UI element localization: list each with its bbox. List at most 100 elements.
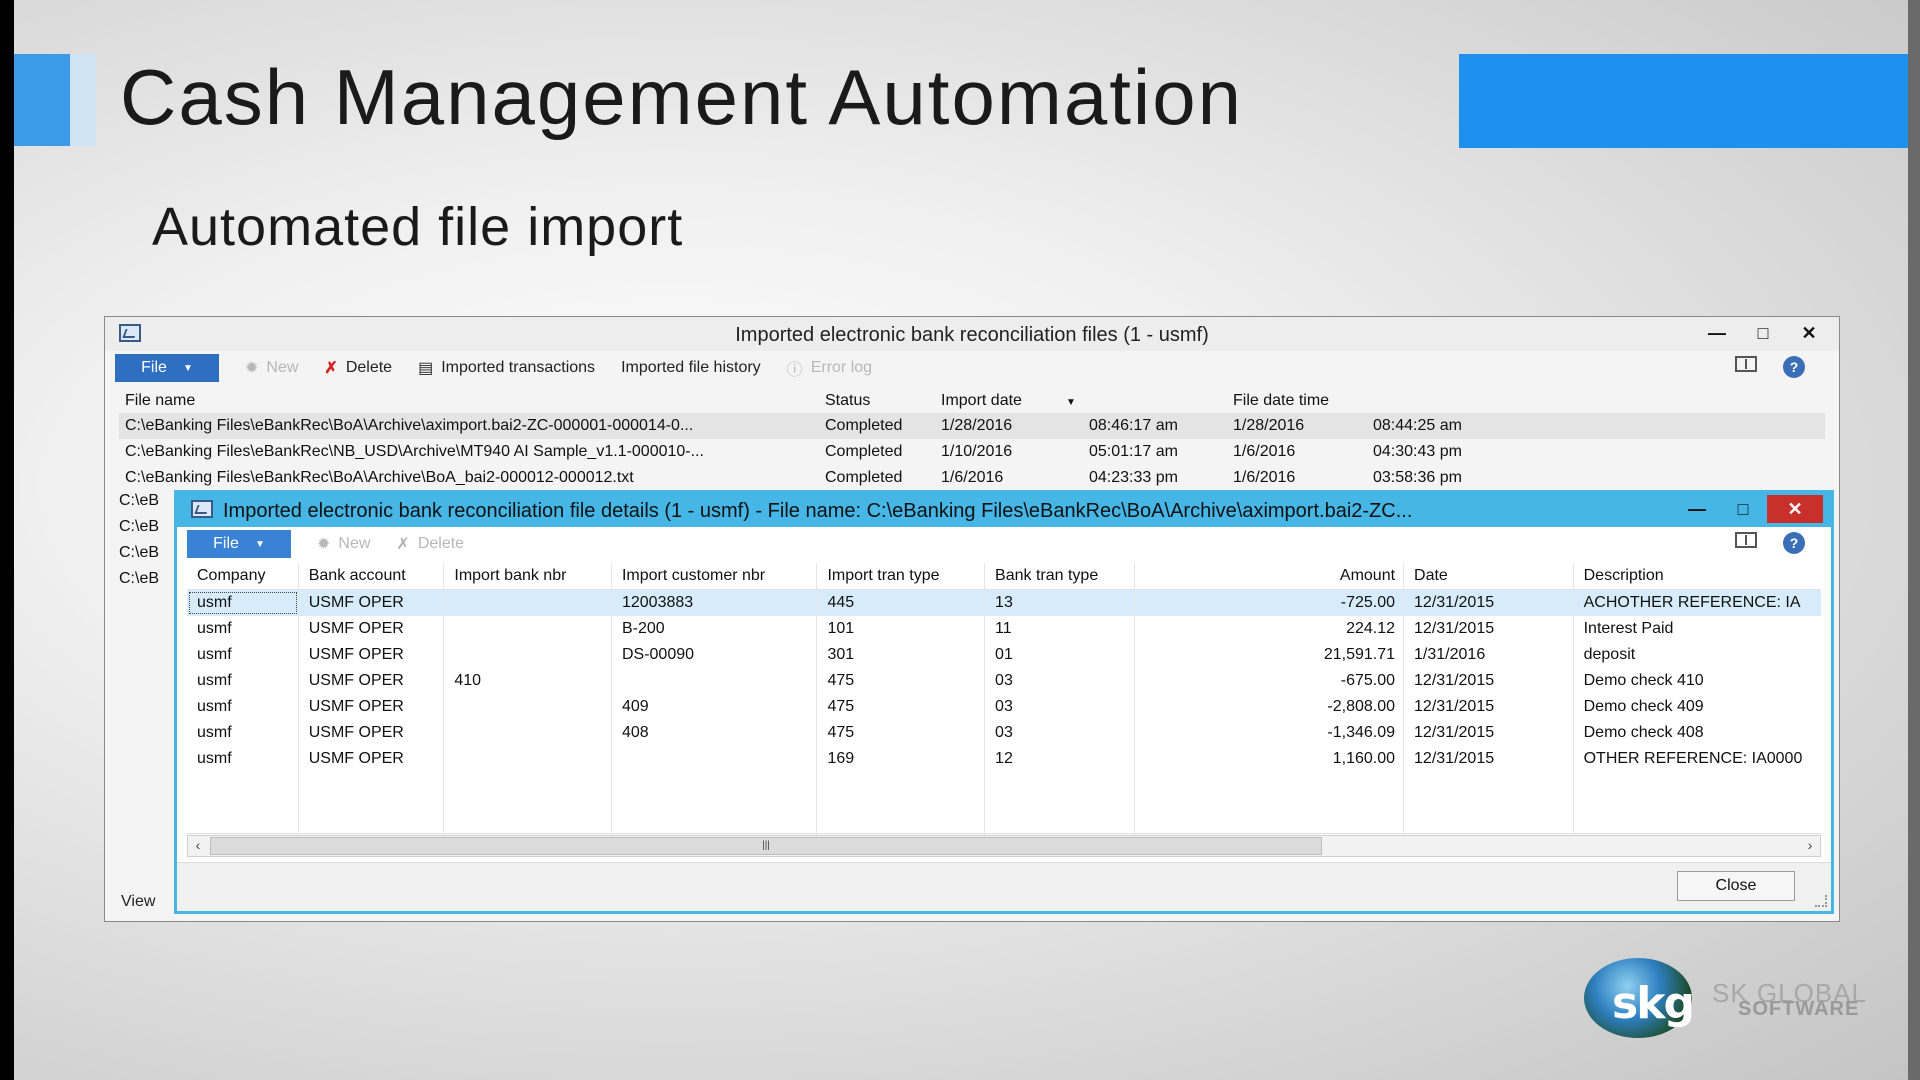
error-log-button[interactable]: ⓘ Error log <box>787 356 872 380</box>
panel-icon[interactable] <box>1735 356 1757 372</box>
table-row[interactable]: usmf USMF OPER 169 12 1,160.00 12/31/201… <box>187 746 1821 772</box>
table-row[interactable]: C:\eBanking Files\eBankRec\NB_USD\Archiv… <box>119 439 1825 465</box>
new-label: New <box>338 535 371 552</box>
table-row[interactable]: usmf USMF OPER 12003883 445 13 -725.00 1… <box>187 590 1821 616</box>
delete-label: Delete <box>345 359 393 376</box>
col-import-date[interactable]: Import date ▼ <box>933 392 1089 410</box>
new-icon: ✹ <box>245 360 259 377</box>
cell-amount: 224.12 <box>1135 616 1405 642</box>
cell-date: 1/31/2016 <box>1404 642 1574 668</box>
logo-company-sub: SOFTWARE <box>1738 998 1860 1020</box>
table-row[interactable]: usmf USMF OPER B-200 101 11 224.12 12/31… <box>187 616 1821 642</box>
cell-description: Demo check 410 <box>1583 672 1704 689</box>
maximize-button[interactable]: □ <box>1721 495 1765 523</box>
resize-grip-icon[interactable] <box>1815 895 1827 907</box>
horizontal-scrollbar[interactable]: ‹ ||| › <box>187 835 1821 857</box>
cell-date: 12/31/2015 <box>1404 720 1574 746</box>
col-bank-account[interactable]: Bank account <box>299 563 445 589</box>
dialog-footer: Close <box>177 862 1831 911</box>
cell-file-time: 04:30:43 pm <box>1373 443 1462 460</box>
cell-import-bank-nbr <box>444 642 612 668</box>
cell-description: Demo check 409 <box>1583 698 1704 715</box>
col-import-tran-type[interactable]: Import tran type <box>817 563 986 589</box>
table-row[interactable]: usmf USMF OPER DS-00090 301 01 21,591.71… <box>187 642 1821 668</box>
truncated-row[interactable]: C:\eB <box>119 518 159 536</box>
cell-company: usmf <box>187 668 299 694</box>
cell-import-tran-type: 475 <box>817 694 986 720</box>
error-log-label: Error log <box>810 359 873 376</box>
help-icon[interactable]: ? <box>1783 532 1805 554</box>
col-company[interactable]: Company <box>187 563 299 589</box>
new-label: New <box>266 359 299 376</box>
cell-file-time: 08:44:25 am <box>1373 417 1462 434</box>
imported-file-history-button[interactable]: Imported file history <box>621 359 761 377</box>
col-import-customer-nbr[interactable]: Import customer nbr <box>612 563 818 589</box>
cell-file-name: C:\eBanking Files\eBankRec\NB_USD\Archiv… <box>125 443 704 460</box>
scroll-right-icon[interactable]: › <box>1800 836 1820 854</box>
cell-bank-account: USMF OPER <box>299 720 445 746</box>
col-status[interactable]: Status <box>815 392 933 410</box>
table-row[interactable]: usmf USMF OPER 410 475 03 -675.00 12/31/… <box>187 668 1821 694</box>
col-file-name[interactable]: File name <box>119 392 815 410</box>
imported-transactions-label: Imported transactions <box>441 359 596 376</box>
cell-amount: -2,808.00 <box>1135 694 1405 720</box>
cell-import-customer-nbr: DS-00090 <box>612 642 818 668</box>
info-icon: ⓘ <box>786 362 803 379</box>
cell-bank-tran-type: 03 <box>985 694 1135 720</box>
cell-status: Completed <box>825 469 903 486</box>
cell-import-bank-nbr: 410 <box>444 668 612 694</box>
scroll-left-icon[interactable]: ‹ <box>188 836 208 854</box>
minimize-button[interactable]: — <box>1675 495 1719 523</box>
cell-import-time: 05:01:17 am <box>1089 443 1178 460</box>
cell-bank-account: USMF OPER <box>299 590 445 616</box>
main-window-titlebar: Imported electronic bank reconciliation … <box>105 317 1839 351</box>
cell-bank-account: USMF OPER <box>299 616 445 642</box>
truncated-row[interactable]: C:\eB <box>119 544 159 562</box>
col-date[interactable]: Date <box>1404 563 1574 589</box>
close-button[interactable]: Close <box>1677 871 1795 901</box>
file-menu-label: File <box>213 535 239 552</box>
cell-import-bank-nbr <box>444 590 612 616</box>
new-button[interactable]: ✹ New <box>317 534 370 554</box>
cell-bank-tran-type: 01 <box>985 642 1135 668</box>
minimize-button[interactable]: — <box>1695 319 1739 347</box>
cell-amount: -675.00 <box>1135 668 1405 694</box>
table-row[interactable]: usmf USMF OPER 408 475 03 -1,346.09 12/3… <box>187 720 1821 746</box>
maximize-button[interactable]: □ <box>1741 319 1785 347</box>
view-tab[interactable]: View <box>121 893 155 911</box>
imported-transactions-button[interactable]: ▤ Imported transactions <box>418 358 595 378</box>
truncated-row[interactable]: C:\eB <box>119 570 159 588</box>
new-button[interactable]: ✹ New <box>245 358 298 378</box>
col-bank-tran-type[interactable]: Bank tran type <box>985 563 1135 589</box>
col-amount[interactable]: Amount <box>1135 563 1405 589</box>
file-details-grid: Company Bank account Import bank nbr Imp… <box>187 563 1821 848</box>
help-icon[interactable]: ? <box>1783 356 1805 378</box>
cell-date: 12/31/2015 <box>1404 616 1574 642</box>
cell-file-date: 1/28/2016 <box>1233 417 1305 434</box>
grid-header: File name Status Import date ▼ File date … <box>119 389 1825 413</box>
imported-files-grid: File name Status Import date ▼ File date … <box>119 389 1825 491</box>
table-row[interactable]: usmf USMF OPER 409 475 03 -2,808.00 12/3… <box>187 694 1821 720</box>
truncated-row[interactable]: C:\eB <box>119 492 159 510</box>
scrollbar-thumb[interactable]: ||| <box>210 837 1322 855</box>
cell-import-tran-type: 169 <box>817 746 986 772</box>
table-row[interactable]: C:\eBanking Files\eBankRec\BoA\Archive\B… <box>119 465 1825 491</box>
delete-button[interactable]: ✗ Delete <box>396 534 464 554</box>
col-description[interactable]: Description <box>1574 563 1821 589</box>
file-menu-button[interactable]: File ▼ <box>115 354 219 382</box>
left-accent-highlight <box>70 54 96 146</box>
col-file-date-time[interactable]: File date time <box>1229 392 1373 410</box>
new-icon: ✹ <box>317 536 331 553</box>
cell-date: 12/31/2015 <box>1404 668 1574 694</box>
slide-title: Cash Management Automation <box>120 53 1243 141</box>
close-window-button[interactable]: ✕ <box>1767 495 1823 523</box>
delete-button[interactable]: ✗ Delete <box>324 358 392 378</box>
cell-file-time: 03:58:36 pm <box>1373 469 1462 486</box>
file-menu-button[interactable]: File ▼ <box>187 530 291 558</box>
file-details-window: Imported electronic bank reconciliation … <box>174 490 1834 914</box>
panel-icon[interactable] <box>1735 532 1757 548</box>
col-import-bank-nbr[interactable]: Import bank nbr <box>444 563 612 589</box>
cell-import-bank-nbr <box>444 746 612 772</box>
close-window-button[interactable]: ✕ <box>1787 319 1831 347</box>
table-row[interactable]: C:\eBanking Files\eBankRec\BoA\Archive\a… <box>119 413 1825 439</box>
